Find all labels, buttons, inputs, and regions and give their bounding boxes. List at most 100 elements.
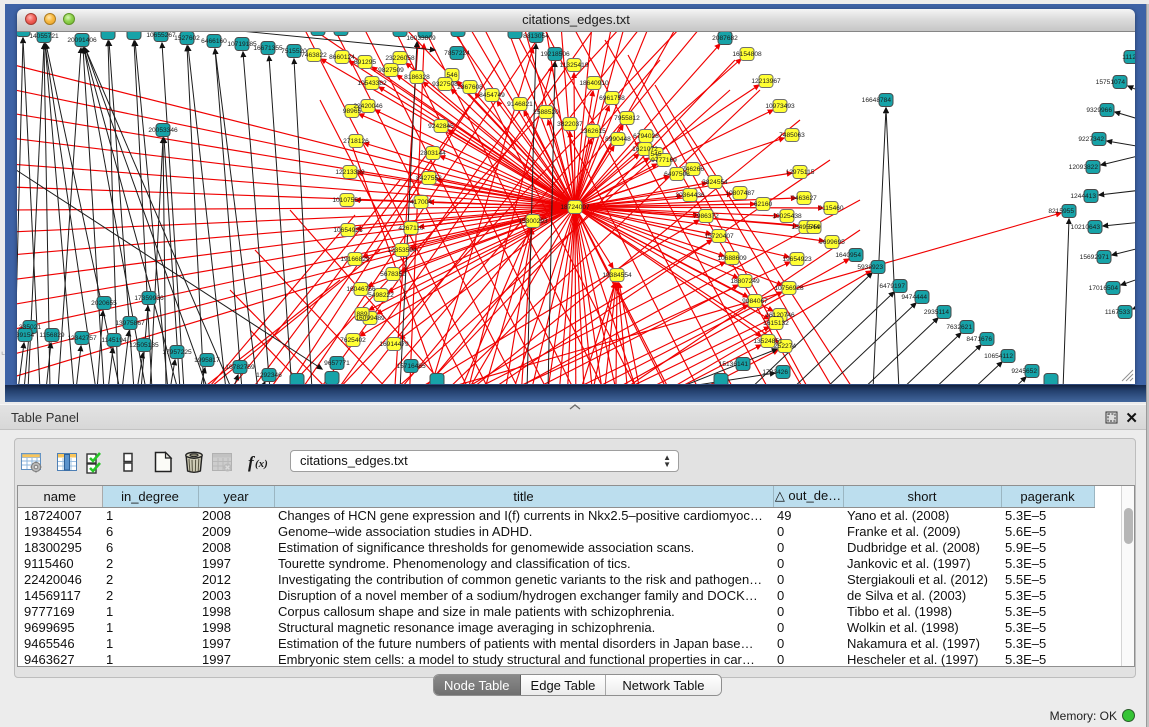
svg-text:5498222: 5498222 xyxy=(368,292,394,299)
svg-text:7463822: 7463822 xyxy=(301,52,327,59)
svg-text:15720407: 15720407 xyxy=(704,233,734,240)
svg-text:15716485: 15716485 xyxy=(396,363,426,370)
svg-text:16782759: 16782759 xyxy=(225,364,255,371)
svg-text:9827509: 9827509 xyxy=(378,67,404,74)
svg-text:8186328: 8186328 xyxy=(404,74,430,81)
svg-text:15751074: 15751074 xyxy=(1096,79,1126,86)
svg-text:12093822: 12093822 xyxy=(1069,164,1099,171)
svg-text:2718126: 2718126 xyxy=(343,138,369,145)
svg-text:9227342: 9227342 xyxy=(1078,136,1104,143)
svg-text:9777169: 9777169 xyxy=(651,157,677,164)
svg-text:6497508: 6497508 xyxy=(664,171,690,178)
svg-text:19384554: 19384554 xyxy=(602,272,632,279)
svg-text:17957225: 17957225 xyxy=(162,349,192,356)
svg-text:15300293: 15300293 xyxy=(518,218,548,225)
svg-text:15692971: 15692971 xyxy=(1080,254,1110,261)
svg-text:7955812: 7955812 xyxy=(614,115,640,122)
svg-text:891295: 891295 xyxy=(354,59,376,66)
svg-text:889: 889 xyxy=(356,311,367,318)
svg-text:6794028: 6794028 xyxy=(633,133,659,140)
svg-text:16648784: 16648784 xyxy=(862,97,892,104)
svg-text:5678352: 5678352 xyxy=(380,271,406,278)
svg-text:8813054: 8813054 xyxy=(523,33,549,40)
svg-text:62160: 62160 xyxy=(754,201,773,208)
svg-text:7485063: 7485063 xyxy=(779,132,805,139)
svg-text:1292346: 1292346 xyxy=(256,372,282,379)
svg-text:1527602: 1527602 xyxy=(174,35,200,42)
svg-text:546: 546 xyxy=(446,72,457,79)
svg-text:16154808: 16154808 xyxy=(732,51,762,58)
svg-text:1640954: 1640954 xyxy=(835,252,861,259)
svg-text:7857224: 7857224 xyxy=(444,50,470,57)
svg-text:10543382: 10543382 xyxy=(357,80,387,87)
svg-text:9474444: 9474444 xyxy=(901,294,927,301)
svg-text:2935114: 2935114 xyxy=(924,309,950,316)
svg-text:12342757: 12342757 xyxy=(67,335,97,342)
svg-text:1615132: 1615132 xyxy=(763,320,789,327)
svg-text:12975115: 12975115 xyxy=(786,169,815,176)
svg-text:16120746: 16120746 xyxy=(765,312,795,319)
svg-text:9242845: 9242845 xyxy=(428,123,454,130)
svg-text:10025438: 10025438 xyxy=(772,213,802,220)
svg-text:12353594: 12353594 xyxy=(387,247,417,254)
svg-text:6466160: 6466160 xyxy=(201,38,227,45)
svg-text:98965: 98965 xyxy=(343,108,362,115)
svg-text:8454749: 8454749 xyxy=(479,92,505,99)
svg-text:2588520: 2588520 xyxy=(533,109,559,116)
svg-text:8471676: 8471676 xyxy=(966,336,992,343)
svg-text:9084067: 9084067 xyxy=(742,298,768,305)
svg-text:252274: 252274 xyxy=(774,343,796,350)
svg-text:10654112: 10654112 xyxy=(984,353,1013,360)
svg-text:4267110: 4267110 xyxy=(398,225,424,232)
svg-text:8990448: 8990448 xyxy=(605,136,631,143)
svg-text:9657771: 9657771 xyxy=(324,360,350,367)
svg-text:2020655: 2020655 xyxy=(91,300,117,307)
svg-text:417004: 417004 xyxy=(410,199,432,206)
svg-text:9115460: 9115460 xyxy=(818,205,844,212)
svg-text:1167533: 1167533 xyxy=(1105,309,1131,316)
svg-text:17016504: 17016504 xyxy=(1089,285,1119,292)
svg-text:544: 544 xyxy=(808,224,819,231)
svg-text:5938923: 5938923 xyxy=(857,264,883,271)
svg-text:10655267: 10655267 xyxy=(146,32,176,39)
svg-text:19654923: 19654923 xyxy=(782,256,812,263)
svg-text:18640910: 18640910 xyxy=(579,80,609,87)
svg-text:10973493: 10973493 xyxy=(765,103,795,110)
svg-text:20091406: 20091406 xyxy=(67,37,97,44)
svg-text:6961758: 6961758 xyxy=(599,95,625,102)
svg-text:20053346: 20053346 xyxy=(148,127,178,134)
svg-text:19218506: 19218506 xyxy=(540,51,570,58)
svg-text:8427552: 8427552 xyxy=(416,175,442,182)
svg-text:16671355: 16671355 xyxy=(253,45,283,52)
svg-text:7986372: 7986372 xyxy=(693,213,719,220)
svg-text:18724007: 18724007 xyxy=(560,204,590,211)
svg-text:1362615: 1362615 xyxy=(580,128,606,135)
svg-text:9329966: 9329966 xyxy=(1086,107,1112,114)
svg-text:16033809: 16033809 xyxy=(406,35,436,42)
svg-text:12213389: 12213389 xyxy=(335,169,365,176)
svg-text:10654925: 10654925 xyxy=(333,227,363,234)
svg-text:1733426: 1733426 xyxy=(762,369,788,376)
svg-text:12213967: 12213967 xyxy=(751,78,781,85)
svg-text:9699695: 9699695 xyxy=(819,239,845,246)
svg-text:2803144: 2803144 xyxy=(420,150,446,157)
svg-text:1244413: 1244413 xyxy=(1070,193,1096,200)
svg-text:14055721: 14055721 xyxy=(29,33,59,40)
svg-text:16914479: 16914479 xyxy=(379,341,409,348)
svg-text:2367608: 2367608 xyxy=(457,84,483,91)
svg-text:7625402: 7625402 xyxy=(340,337,366,344)
svg-text:19166829: 19166829 xyxy=(340,256,370,263)
svg-text:8215955: 8215955 xyxy=(1048,208,1074,215)
svg-text:11325419: 11325419 xyxy=(560,62,589,69)
svg-text:1112: 1112 xyxy=(1122,54,1135,61)
svg-text:9245652: 9245652 xyxy=(1011,368,1037,375)
svg-text:23226058: 23226058 xyxy=(385,55,415,62)
svg-text:10107554: 10107554 xyxy=(332,197,362,204)
svg-text:10756928: 10756928 xyxy=(774,285,804,292)
svg-text:12505135: 12505135 xyxy=(129,342,159,349)
svg-text:1156829: 1156829 xyxy=(39,332,65,339)
svg-text:2087682: 2087682 xyxy=(712,35,738,42)
svg-text:1145194: 1145194 xyxy=(101,337,127,344)
svg-text:335021: 335021 xyxy=(19,324,41,331)
svg-text:(x): (x) xyxy=(255,458,268,470)
